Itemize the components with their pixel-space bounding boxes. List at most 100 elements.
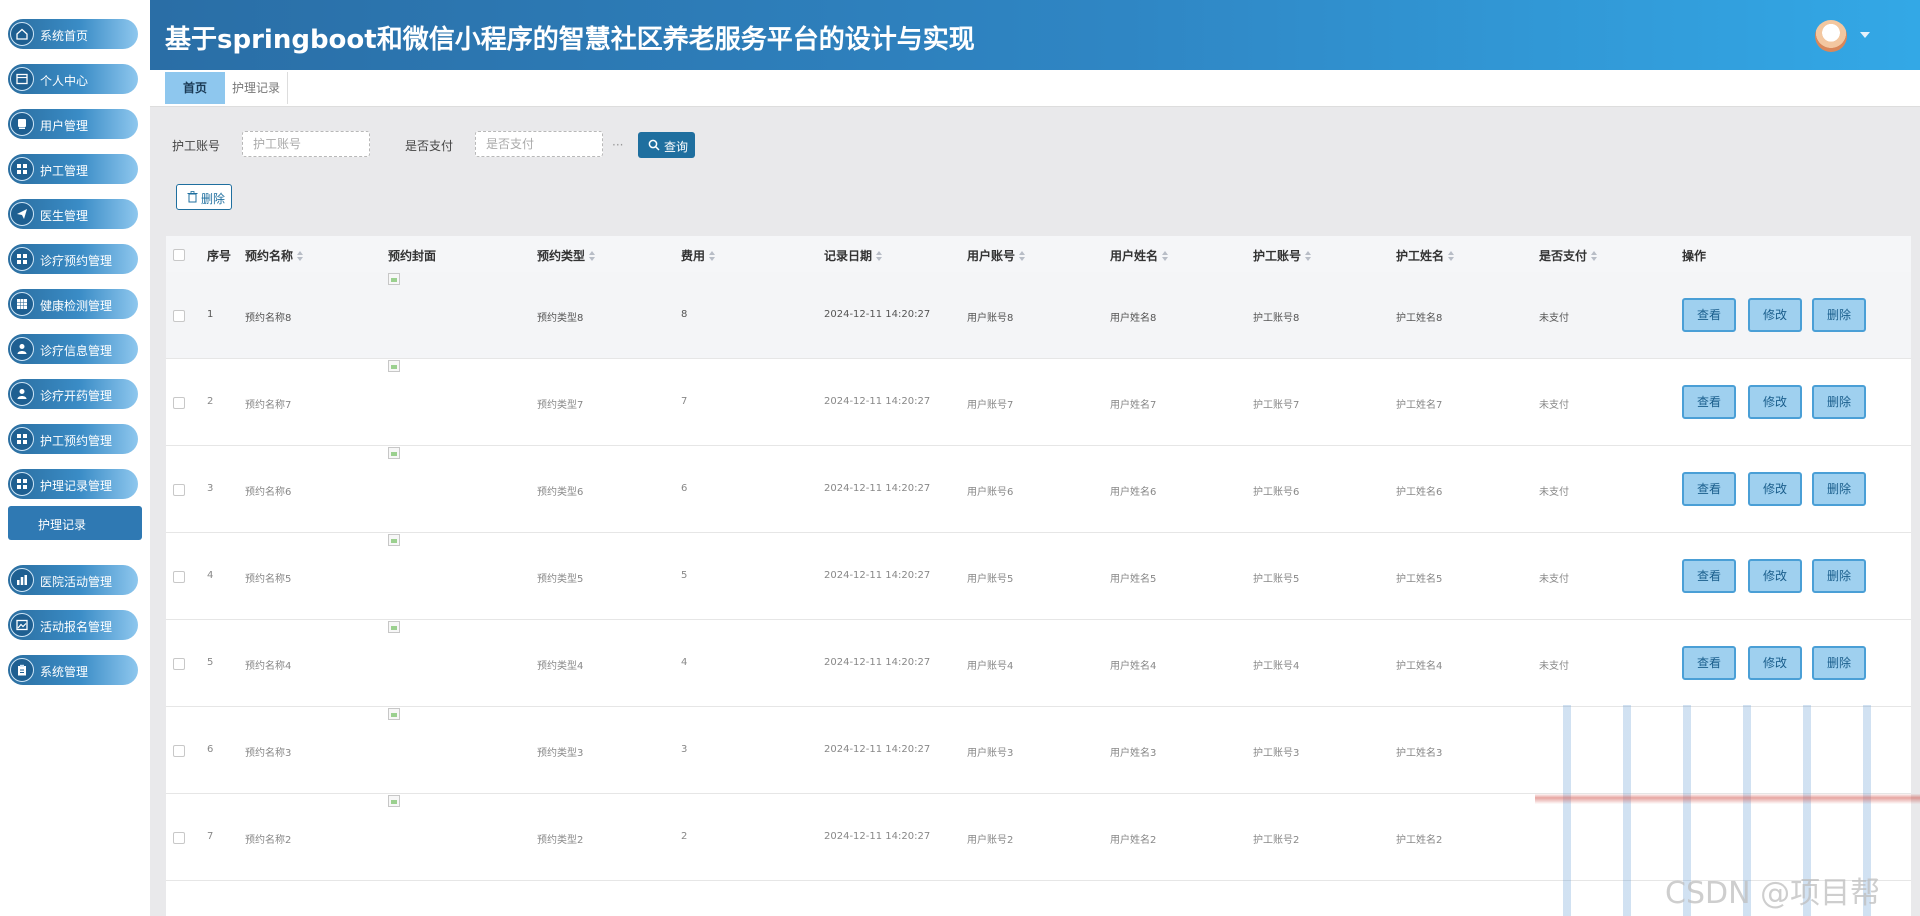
sidebar-item-label: 护理记录管理 bbox=[40, 479, 113, 493]
grid-icon bbox=[10, 157, 34, 181]
cell-name: 预约名称2 bbox=[245, 835, 292, 846]
cell-paid: 未支付 bbox=[1539, 661, 1569, 672]
table-header: 序号 预约名称 预约封面 预约类型 费用 记录日期 用户账号 用户姓名 护工账号… bbox=[166, 236, 1911, 272]
tab-home[interactable]: 首页 bbox=[165, 72, 225, 104]
row-checkbox[interactable] bbox=[173, 571, 185, 583]
table-row[interactable]: 5 预约名称4 预约类型4 4 2024-12-11 14:20:27 用户账号4 用户姓名… bbox=[166, 620, 1911, 707]
row-checkbox[interactable] bbox=[173, 397, 185, 409]
sort-icon[interactable] bbox=[297, 251, 304, 261]
view-button[interactable]: 查看 bbox=[1682, 472, 1736, 506]
col-fee[interactable]: 费用 bbox=[681, 247, 716, 264]
cell-fee: 8 bbox=[681, 309, 688, 320]
sort-icon[interactable] bbox=[1448, 251, 1455, 261]
sidebar-item-appointments[interactable]: 诊疗预约管理 bbox=[8, 244, 138, 274]
sidebar-item-nurses[interactable]: 护工管理 bbox=[8, 154, 138, 184]
cell-index: 5 bbox=[207, 657, 214, 668]
delete-button[interactable]: 删除 bbox=[1812, 385, 1866, 419]
col-cover: 预约封面 bbox=[388, 249, 437, 263]
col-type[interactable]: 预约类型 bbox=[537, 247, 596, 264]
sidebar-item-nurse-booking[interactable]: 护工预约管理 bbox=[8, 424, 138, 454]
sidebar-item-label: 医院活动管理 bbox=[40, 575, 113, 589]
table-row[interactable]: 2 预约名称7 预约类型7 7 2024-12-11 14:20:27 用户账号7 用户姓名… bbox=[166, 359, 1911, 446]
sort-icon[interactable] bbox=[1305, 251, 1312, 261]
cell-fee: 7 bbox=[681, 396, 688, 407]
delete-button[interactable]: 删除 bbox=[1812, 298, 1866, 332]
col-user-name[interactable]: 用户姓名 bbox=[1110, 247, 1169, 264]
cell-user-name: 用户姓名6 bbox=[1110, 487, 1157, 498]
col-user-account[interactable]: 用户账号 bbox=[967, 247, 1026, 264]
table-row[interactable]: 3 预约名称6 预约类型6 6 2024-12-11 14:20:27 用户账号6 用户姓名… bbox=[166, 446, 1911, 533]
avatar[interactable] bbox=[1815, 20, 1847, 52]
cell-name: 预约名称6 bbox=[245, 487, 292, 498]
cell-nurse-account: 护工账号8 bbox=[1253, 313, 1300, 324]
row-checkbox[interactable] bbox=[173, 658, 185, 670]
table-row[interactable]: 1 预约名称8 预约类型8 8 2024-12-11 14:20:27 用户账号8 用户姓名… bbox=[166, 272, 1911, 359]
sort-icon[interactable] bbox=[1591, 251, 1598, 261]
row-checkbox[interactable] bbox=[173, 484, 185, 496]
edit-button[interactable]: 修改 bbox=[1748, 298, 1802, 332]
table-row[interactable]: 4 预约名称5 预约类型5 5 2024-12-11 14:20:27 用户账号5 用户姓名… bbox=[166, 533, 1911, 620]
col-nurse-account[interactable]: 护工账号 bbox=[1253, 247, 1312, 264]
nurse-account-input[interactable]: 护工账号 bbox=[242, 131, 370, 157]
sidebar-item-hospital-activities[interactable]: 医院活动管理 bbox=[8, 565, 138, 595]
row-checkbox[interactable] bbox=[173, 745, 185, 757]
sort-icon[interactable] bbox=[709, 251, 716, 261]
delete-button[interactable]: 删除 bbox=[1812, 559, 1866, 593]
edit-button[interactable]: 修改 bbox=[1748, 559, 1802, 593]
sidebar-item-care-records[interactable]: 护理记录管理 bbox=[8, 469, 138, 499]
cell-user-account: 用户账号5 bbox=[967, 574, 1014, 585]
select-all-checkbox[interactable] bbox=[173, 249, 185, 261]
view-button[interactable]: 查看 bbox=[1682, 298, 1736, 332]
cell-nurse-name: 护工姓名4 bbox=[1396, 661, 1443, 672]
paid-status-input[interactable]: 是否支付 bbox=[475, 131, 603, 157]
sidebar-item-home[interactable]: 系统首页 bbox=[8, 19, 138, 49]
cell-index: 1 bbox=[207, 309, 214, 320]
sidebar-item-prescription[interactable]: 诊疗开药管理 bbox=[8, 379, 138, 409]
person-icon bbox=[10, 382, 34, 406]
cell-index: 6 bbox=[207, 744, 214, 755]
cell-fee: 2 bbox=[681, 831, 688, 842]
cell-user-account: 用户账号4 bbox=[967, 661, 1014, 672]
row-checkbox[interactable] bbox=[173, 832, 185, 844]
cell-date: 2024-12-11 14:20:27 bbox=[824, 744, 931, 755]
tab-care-record[interactable]: 护理记录 bbox=[225, 72, 288, 104]
cell-type: 预约类型6 bbox=[537, 487, 584, 498]
query-button[interactable]: 查询 bbox=[638, 132, 695, 158]
batch-delete-button[interactable]: 删除 bbox=[176, 184, 232, 210]
sort-icon[interactable] bbox=[1019, 251, 1026, 261]
col-date[interactable]: 记录日期 bbox=[824, 247, 883, 264]
view-button[interactable]: 查看 bbox=[1682, 559, 1736, 593]
cover-image bbox=[388, 447, 400, 459]
sidebar-item-health-check[interactable]: 健康检测管理 bbox=[8, 289, 138, 319]
sidebar-item-diagnosis[interactable]: 诊疗信息管理 bbox=[8, 334, 138, 364]
delete-button[interactable]: 删除 bbox=[1812, 646, 1866, 680]
col-name[interactable]: 预约名称 bbox=[245, 247, 304, 264]
sidebar-item-label: 用户管理 bbox=[40, 119, 89, 133]
cell-date: 2024-12-11 14:20:27 bbox=[824, 396, 931, 407]
chevron-down-icon[interactable] bbox=[1860, 32, 1870, 38]
row-checkbox[interactable] bbox=[173, 310, 185, 322]
sort-icon[interactable] bbox=[876, 251, 883, 261]
sort-icon[interactable] bbox=[589, 251, 596, 261]
grid-icon bbox=[10, 247, 34, 271]
sidebar-item-users[interactable]: 用户管理 bbox=[8, 109, 138, 139]
cell-date: 2024-12-11 14:20:27 bbox=[824, 831, 931, 842]
cell-user-name: 用户姓名8 bbox=[1110, 313, 1157, 324]
view-button[interactable]: 查看 bbox=[1682, 385, 1736, 419]
sidebar-item-doctors[interactable]: 医生管理 bbox=[8, 199, 138, 229]
sort-icon[interactable] bbox=[1162, 251, 1169, 261]
sidebar-item-profile[interactable]: 个人中心 bbox=[8, 64, 138, 94]
sidebar-item-system[interactable]: 系统管理 bbox=[8, 655, 138, 685]
sidebar-item-activity-signup[interactable]: 活动报名管理 bbox=[8, 610, 138, 640]
cell-nurse-name: 护工姓名3 bbox=[1396, 748, 1443, 759]
col-nurse-name[interactable]: 护工姓名 bbox=[1396, 247, 1455, 264]
delete-button[interactable]: 删除 bbox=[1812, 472, 1866, 506]
edit-button[interactable]: 修改 bbox=[1748, 385, 1802, 419]
col-paid[interactable]: 是否支付 bbox=[1539, 247, 1598, 264]
sidebar-subitem-care-record[interactable]: 护理记录 bbox=[8, 506, 142, 540]
cell-nurse-account: 护工账号6 bbox=[1253, 487, 1300, 498]
view-button[interactable]: 查看 bbox=[1682, 646, 1736, 680]
edit-button[interactable]: 修改 bbox=[1748, 472, 1802, 506]
edit-button[interactable]: 修改 bbox=[1748, 646, 1802, 680]
tab-bar: 首页 护理记录 bbox=[150, 70, 1920, 107]
